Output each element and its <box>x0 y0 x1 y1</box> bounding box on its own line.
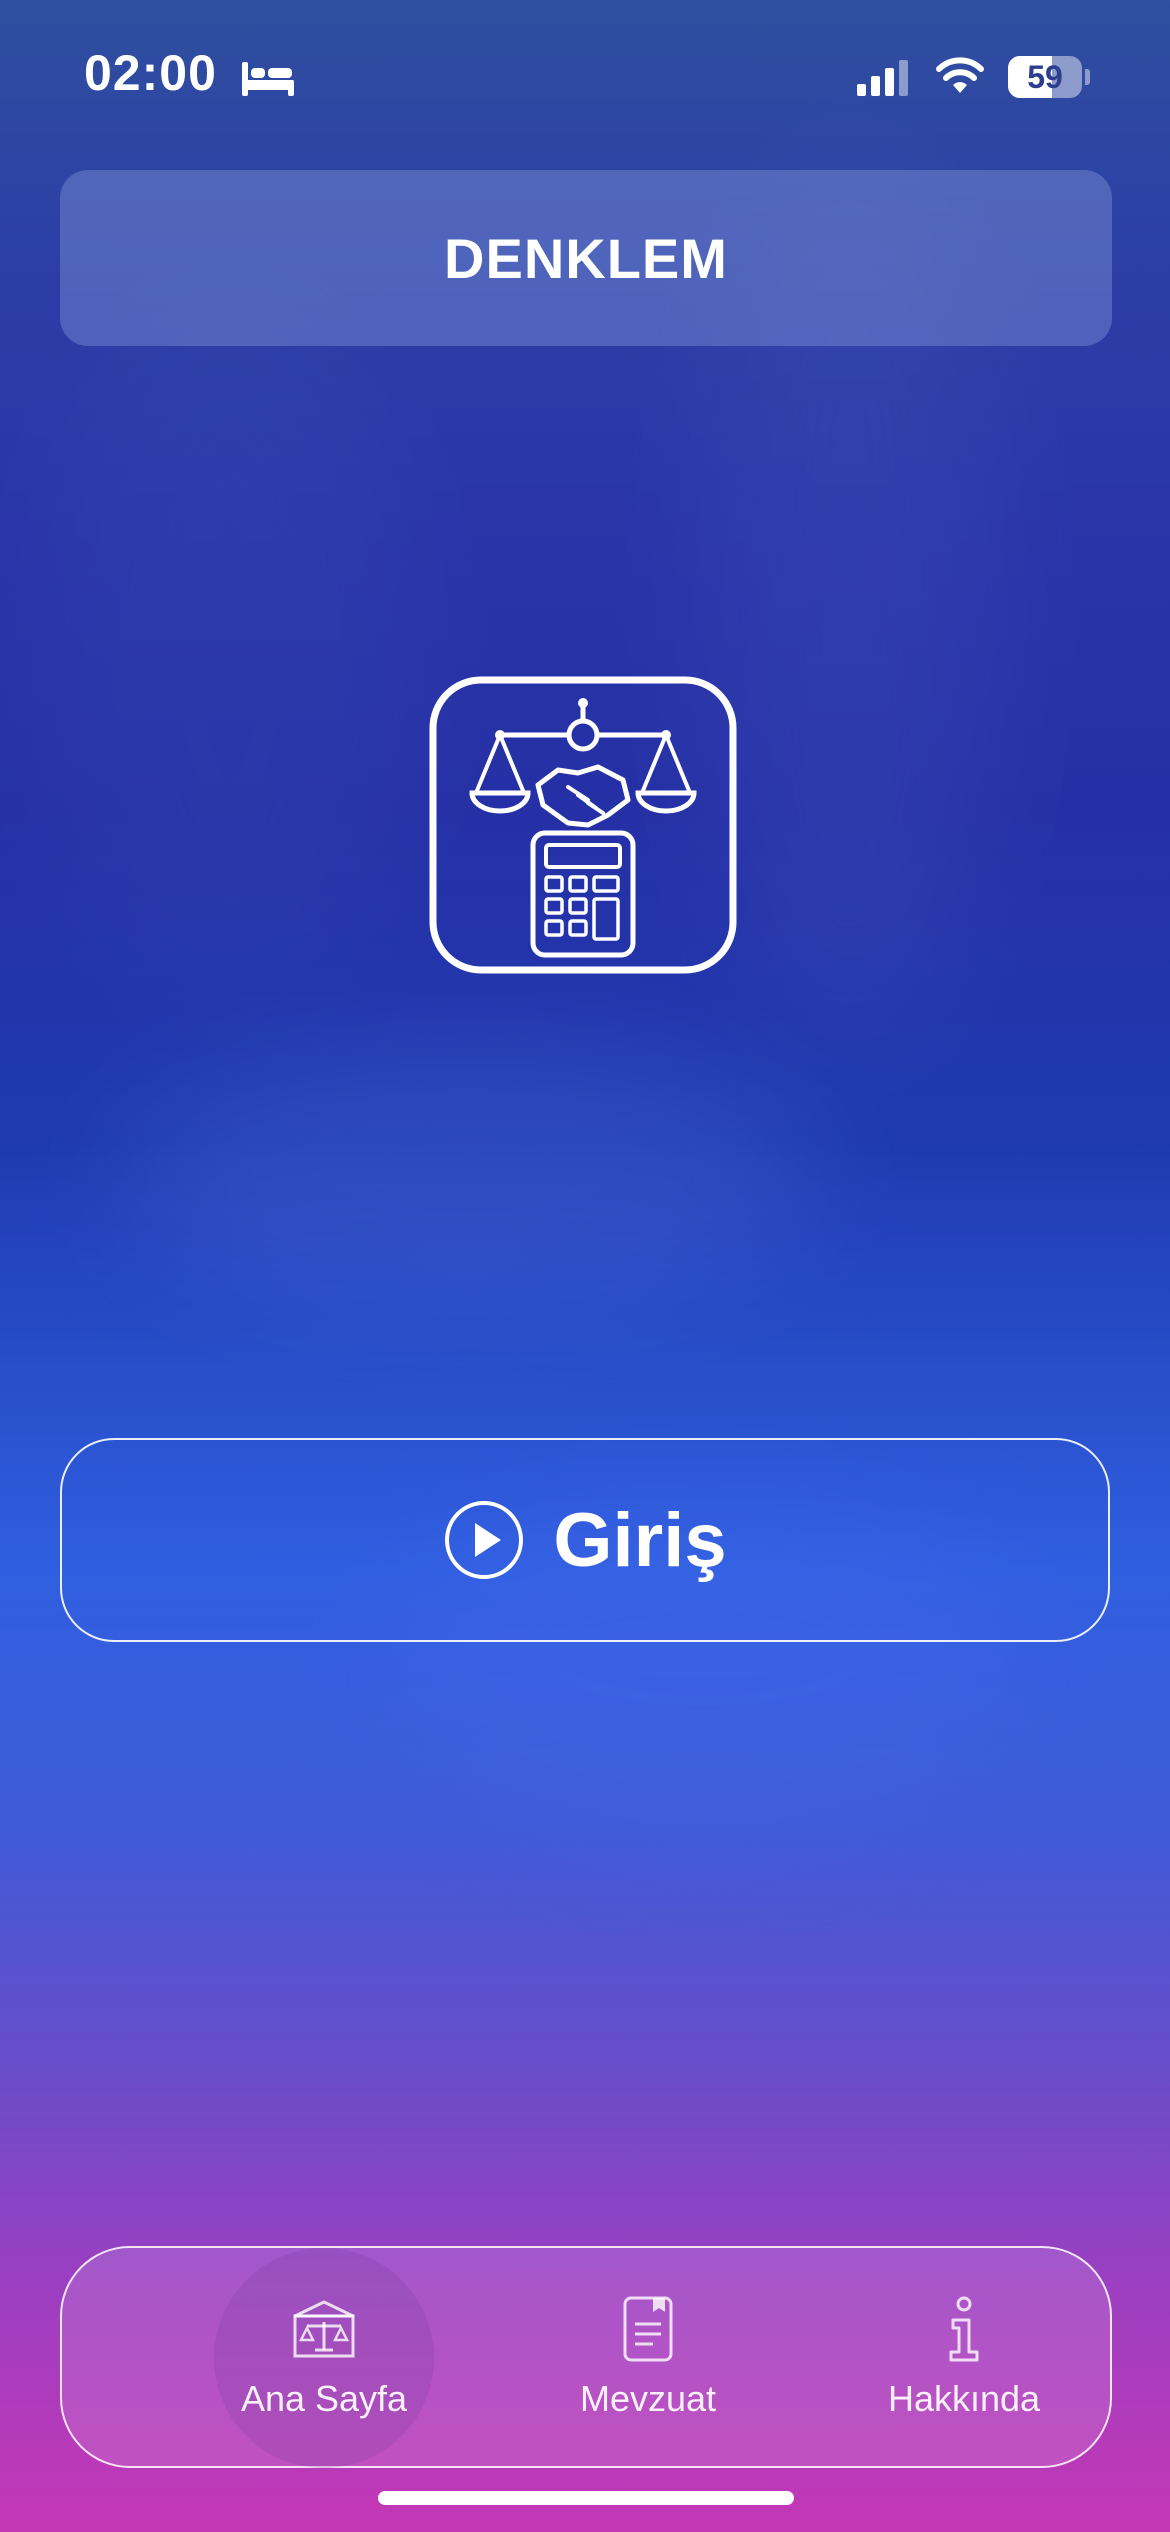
tab-legislation[interactable]: Mevzuat <box>498 2248 798 2466</box>
bottom-tab-bar: Ana Sayfa Mevzuat Hakkında <box>60 2246 1112 2468</box>
enter-button[interactable]: Giriş <box>60 1438 1110 1642</box>
info-icon <box>949 2296 979 2362</box>
tab-about[interactable]: Hakkında <box>814 2248 1114 2466</box>
tab-about-label: Hakkında <box>887 2378 1041 2419</box>
page-title: DENKLEM <box>444 226 728 290</box>
status-bar: 02:00 59 <box>0 0 1170 150</box>
battery-indicator: 59 <box>1008 56 1090 98</box>
battery-percentage: 59 <box>1027 59 1063 95</box>
status-time: 02:00 <box>84 45 217 101</box>
cellular-signal-icon <box>857 60 908 96</box>
scales-handshake-calculator-icon <box>429 676 737 974</box>
document-icon <box>623 2296 673 2362</box>
wifi-icon <box>936 57 984 93</box>
tab-legislation-label: Mevzuat <box>579 2378 717 2419</box>
courthouse-icon <box>293 2300 355 2358</box>
tab-home-label: Ana Sayfa <box>240 2378 408 2419</box>
play-circle-icon <box>445 1501 524 1579</box>
home-indicator[interactable] <box>378 2491 794 2505</box>
enter-button-label: Giriş <box>553 1497 727 1583</box>
app-header: DENKLEM <box>60 170 1112 346</box>
bed-icon <box>242 62 294 96</box>
tab-home[interactable]: Ana Sayfa <box>174 2248 474 2468</box>
